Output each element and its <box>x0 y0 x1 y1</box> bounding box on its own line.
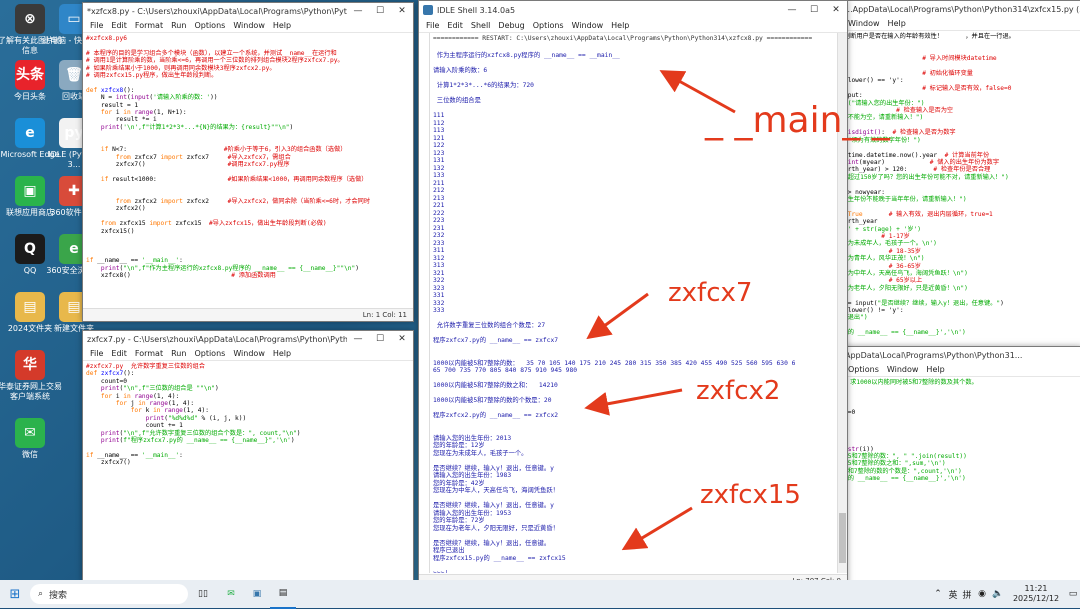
clock-date: 2025/12/12 <box>1012 594 1060 603</box>
arrow-main <box>659 70 736 114</box>
annotation-arrows <box>584 70 736 551</box>
start-button[interactable]: ⊞ <box>0 580 30 608</box>
volume-icon[interactable]: 🔈 <box>990 580 1006 608</box>
search-box[interactable]: ⌕ 搜索 <box>30 584 188 604</box>
tray-chevron-icon[interactable]: ⌃ <box>930 580 946 608</box>
arrow-zxfcx2 <box>584 388 683 416</box>
taskview-icon[interactable]: ▯▯ <box>188 580 218 608</box>
python-taskbar-icon[interactable]: ▣ <box>244 580 270 608</box>
windows-icon: ⊞ <box>9 586 21 602</box>
ime-indicator[interactable]: 英 <box>946 580 960 608</box>
search-icon: ⌕ <box>38 589 44 599</box>
clock[interactable]: 11:21 2025/12/12 <box>1006 584 1066 604</box>
taskbar: ⊞ ⌕ 搜索 ▯▯ ✉ ▣ ▤ ⌃ 英 拼 ◉ 🔈 11:21 2025/12/… <box>0 579 1080 609</box>
clock-time: 11:21 <box>1024 584 1048 593</box>
network-icon[interactable]: ◉ <box>974 580 990 608</box>
notification-icon[interactable]: ▭ <box>1066 580 1080 608</box>
arrow-zxfcx15 <box>621 506 693 551</box>
wechat-taskbar-icon[interactable]: ✉ <box>218 580 244 608</box>
ime-mode-indicator[interactable]: 拼 <box>960 580 974 608</box>
idle-taskbar-icon[interactable]: ▤ <box>270 579 296 609</box>
search-label: 搜索 <box>49 590 68 601</box>
arrow-zxfcx7 <box>586 292 649 340</box>
